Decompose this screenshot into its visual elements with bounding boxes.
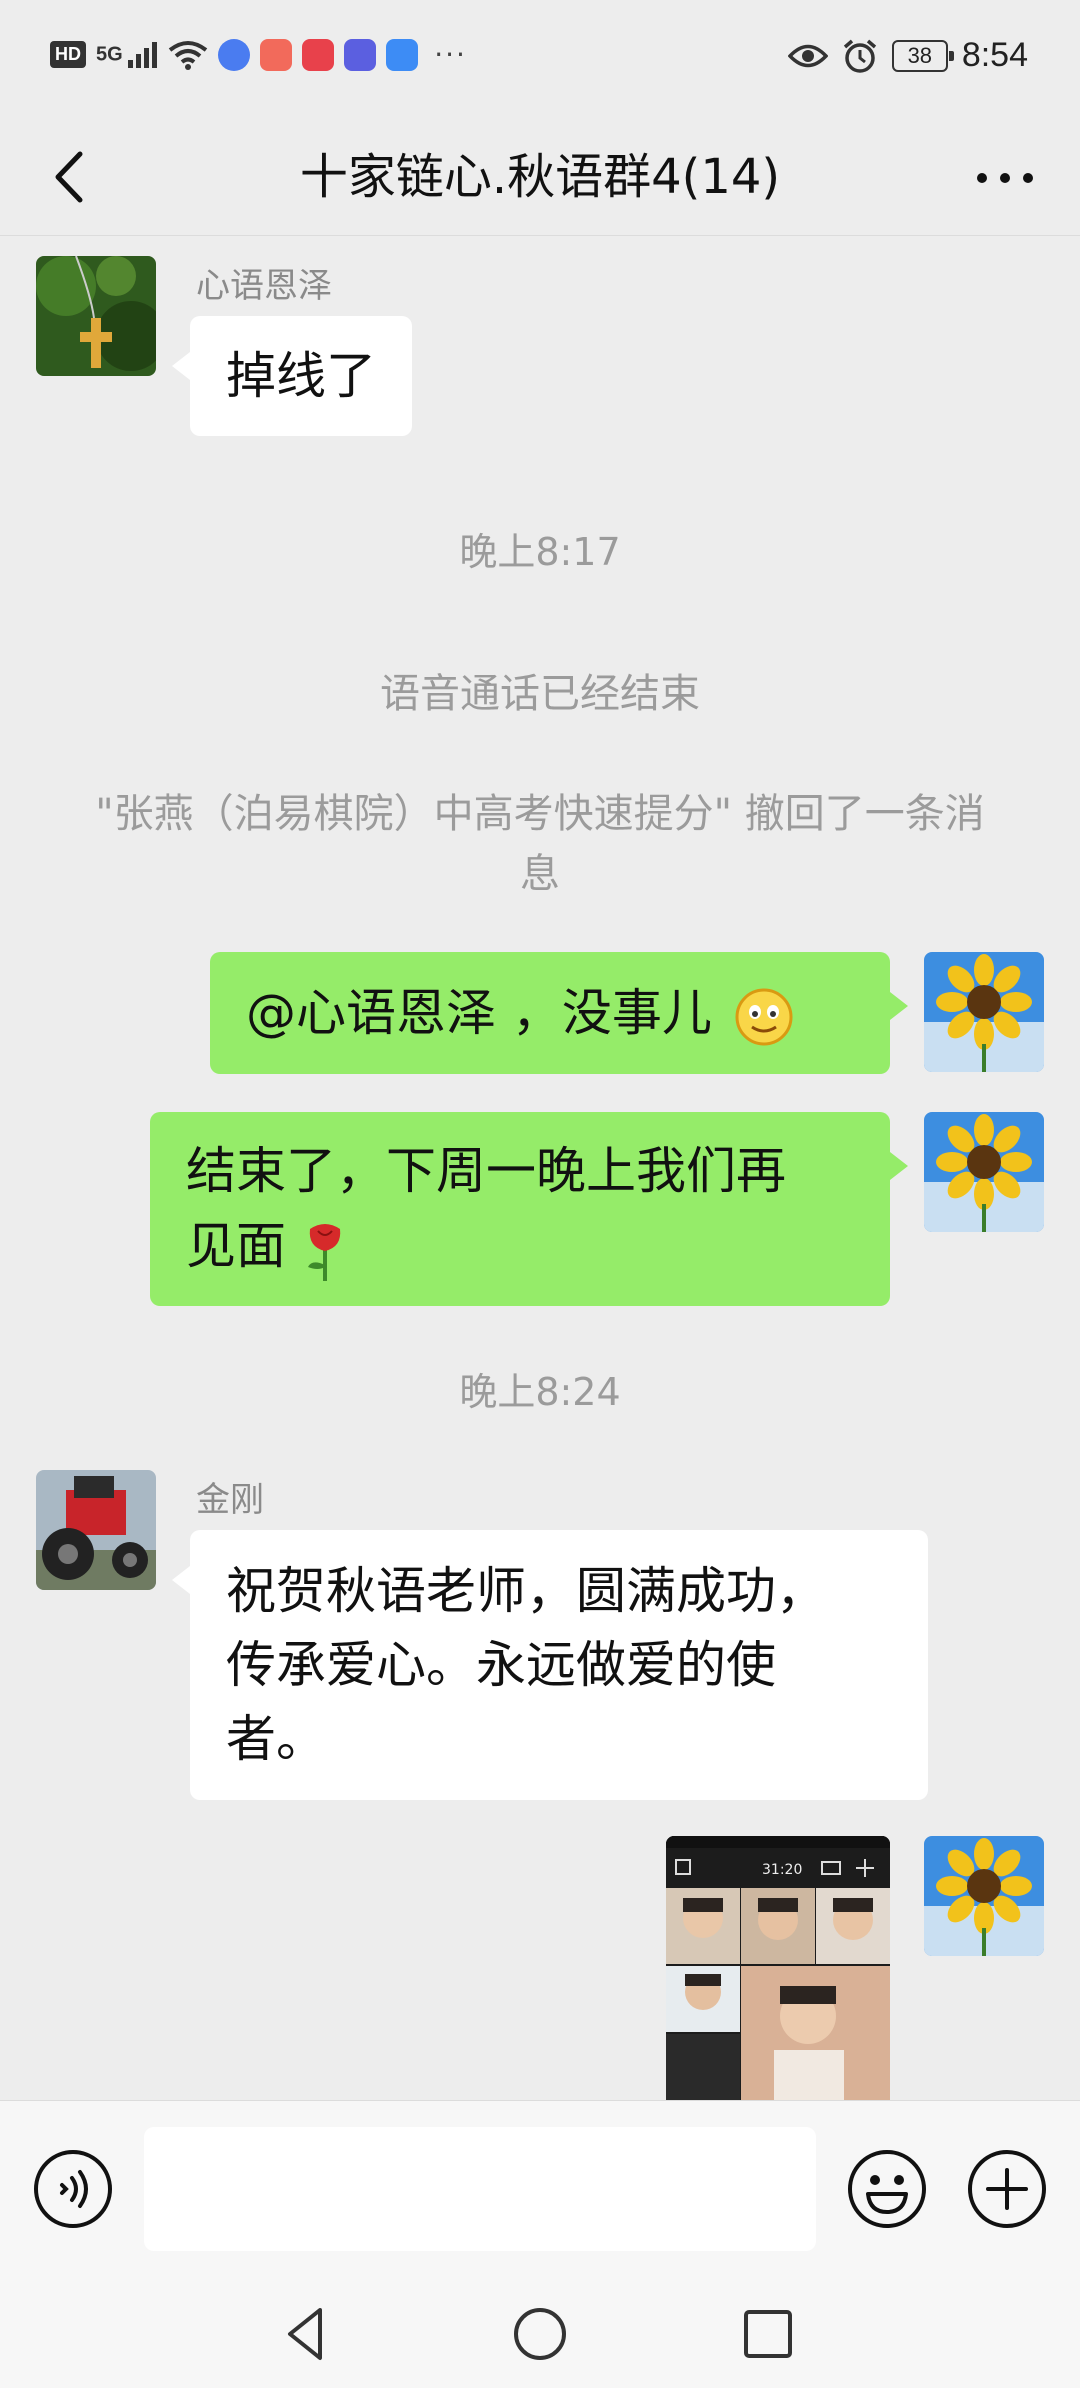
message-list[interactable]: 心语恩泽 掉线了 晚上8:17 语音通话已经结束 "张燕（泊易棋院）中高考快速提…: [0, 236, 1080, 2100]
signal-label: 5G: [96, 42, 123, 65]
system-message-call-ended: 语音通话已经结束: [380, 671, 700, 717]
add-attachment-icon[interactable]: [966, 2148, 1048, 2230]
avatar-self[interactable]: [924, 1836, 1044, 1956]
sender-name: 心语恩泽: [196, 266, 332, 306]
avatar-self[interactable]: [924, 1112, 1044, 1232]
avatar-jingang[interactable]: [36, 1470, 156, 1590]
image-message[interactable]: 31:20: [666, 1836, 890, 2100]
message-bubble[interactable]: 祝贺秋语老师，圆满成功， 传承爱心。永远做爱的使 者。: [172, 1530, 928, 1800]
avatar-self[interactable]: [924, 952, 1044, 1072]
system-navigation-bar: [0, 2280, 1080, 2388]
nav-home-circle-icon[interactable]: [508, 2302, 572, 2366]
status-left: HD 5G ···: [50, 38, 467, 71]
clock: 8:54: [961, 36, 1028, 74]
avatar-xinyu-enze[interactable]: [36, 256, 156, 376]
message-input[interactable]: [144, 2127, 816, 2251]
message-bubble-self[interactable]: 结束了，下周一晚上我们再 见面: [150, 1112, 908, 1306]
cellular-signal-icon: 5G: [96, 41, 158, 68]
chat-header: 十家链心.秋语群4(14): [0, 118, 1080, 236]
message-text-line: 祝贺秋语老师，圆满成功，: [226, 1562, 826, 1620]
rose-emoji-icon: [307, 1223, 341, 1281]
smile-emoji-icon: [735, 988, 793, 1045]
more-notifications-icon: ···: [434, 38, 467, 71]
system-message-recalled: "张燕（泊易棋院）中高考快速提分" 撤回了一条消息: [90, 784, 990, 904]
message-text: @心语恩泽 ，没事儿: [246, 984, 712, 1042]
status-right: 38 8:54: [787, 36, 1028, 75]
eye-icon: [787, 44, 828, 67]
message-text-line: 者。: [226, 1710, 326, 1768]
music-app-icon: [218, 38, 251, 71]
shopping-app-icon: [260, 38, 293, 71]
hd-badge: HD: [50, 41, 86, 68]
alarm-icon: [843, 39, 876, 73]
sender-name: 金刚: [196, 1480, 264, 1520]
nav-recents-square-icon[interactable]: [736, 2302, 800, 2366]
message-text-line: 结束了，下周一晚上我们再: [186, 1142, 786, 1200]
status-bar: HD 5G ··· 38 8:54: [0, 0, 1080, 118]
book-app-icon: [302, 38, 335, 71]
battery-indicator: 38: [891, 39, 954, 72]
timestamp: 晚上8:17: [459, 530, 621, 574]
more-options-icon[interactable]: [970, 148, 1040, 208]
emoji-icon[interactable]: [846, 2148, 928, 2230]
message-input-bar: [0, 2100, 1080, 2280]
system-message-recalled-text: "张燕（泊易棋院）中高考快速提分" 撤回了一条消息: [95, 791, 985, 897]
message-bubble[interactable]: 掉线了: [172, 316, 412, 436]
cloud-app-icon: [386, 38, 419, 71]
message-text-line: 传承爱心。永远做爱的使: [226, 1636, 776, 1694]
voice-input-icon[interactable]: [32, 2148, 114, 2230]
message-text: 掉线了: [226, 347, 376, 405]
timestamp: 晚上8:24: [459, 1370, 621, 1414]
call-duration: 31:20: [762, 1862, 802, 1878]
nav-back-triangle-icon[interactable]: [276, 2302, 340, 2366]
message-text-line: 见面: [186, 1217, 286, 1275]
education-app-icon: [344, 38, 377, 71]
chat-title: 十家链心.秋语群4(14): [299, 149, 781, 205]
wifi-icon: [169, 40, 208, 70]
message-bubble-self[interactable]: @心语恩泽 ，没事儿: [210, 952, 908, 1074]
